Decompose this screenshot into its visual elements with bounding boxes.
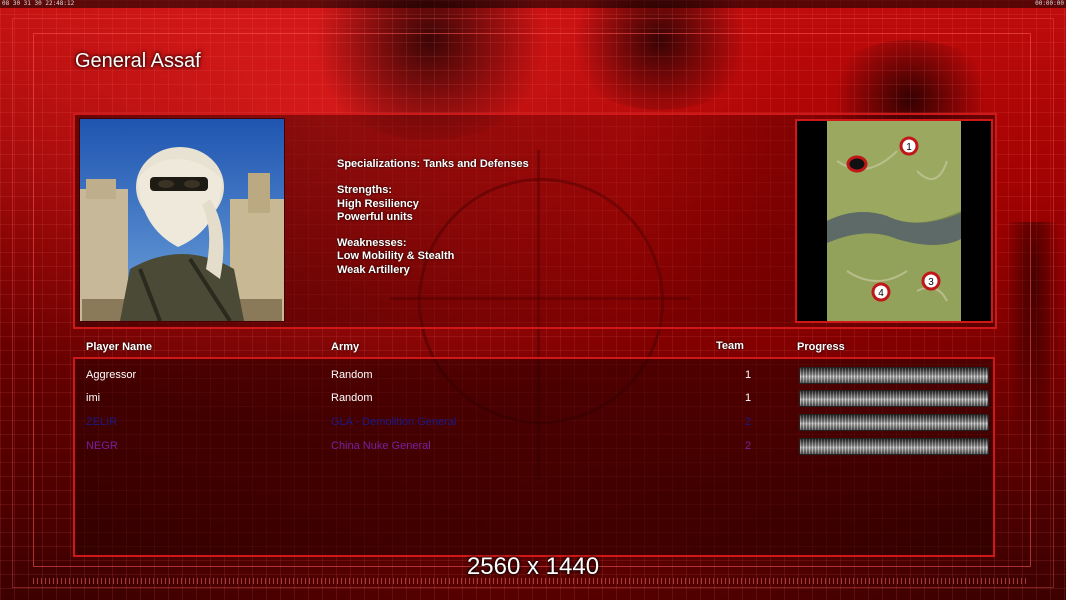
portrait-image [80,119,284,321]
map-marker: 4 [871,282,891,302]
hud-left-readout: 08 30 31 30 22:48:12 [2,0,75,7]
player-name: NEGR [86,440,118,452]
player-row: NEGR China Nuke General 2 [75,436,993,458]
general-name-title: General Assaf [75,50,201,72]
column-header-progress: Progress [797,341,845,353]
player-name: ZELIR [86,416,118,428]
map-marker: 3 [921,271,941,291]
loading-progress-bar [799,438,989,455]
map-preview: 1 3 4 [795,119,993,323]
strengths-heading: Strengths: [337,184,392,197]
player-army: Random [331,369,373,381]
player-army: China Nuke General [331,440,431,452]
player-army: GLA - Demolition General [331,416,457,428]
loading-progress-bar [799,414,989,431]
map-minimap: 1 3 4 [797,121,991,321]
player-team: 1 [745,392,752,404]
svg-text:4: 4 [878,288,884,299]
player-team: 2 [745,416,752,428]
svg-text:3: 3 [928,277,934,288]
player-row: imi Random 1 [75,388,993,410]
player-team: 1 [745,369,752,381]
general-specs: Specializations: Tanks and Defenses Stre… [337,158,529,277]
player-row: ZELIR GLA - Demolition General 2 [75,412,993,434]
strength-item: High Resiliency [337,197,419,210]
map-marker [846,155,868,173]
player-name: Aggressor [86,369,137,381]
column-header-team: Team [716,340,744,352]
player-team: 2 [745,440,752,452]
map-marker: 1 [899,136,919,156]
resolution-overlay-text: 2560 x 1440 [466,553,600,580]
player-army: Random [331,392,373,404]
loading-progress-bar [799,367,989,384]
general-portrait [79,118,285,322]
player-list-panel: Aggressor Random 1 imi Random 1 ZELIR GL… [73,357,995,557]
weakness-item: Low Mobility & Stealth [337,250,455,263]
player-name: imi [86,392,101,404]
specializations-text: Specializations: Tanks and Defenses [337,158,529,170]
hud-right-readout: 00:00:00 [1035,0,1064,7]
column-header-army: Army [331,341,360,353]
column-header-player-name: Player Name [86,341,153,353]
hud-top-bar: 08 30 31 30 22:48:12 00:00:00 [0,0,1066,8]
strength-item: Powerful units [337,210,413,223]
player-row: Aggressor Random 1 [75,365,993,387]
svg-text:1: 1 [906,142,912,153]
weaknesses-heading: Weaknesses: [337,237,407,250]
weakness-item: Weak Artillery [337,263,410,276]
loading-progress-bar [799,390,989,407]
